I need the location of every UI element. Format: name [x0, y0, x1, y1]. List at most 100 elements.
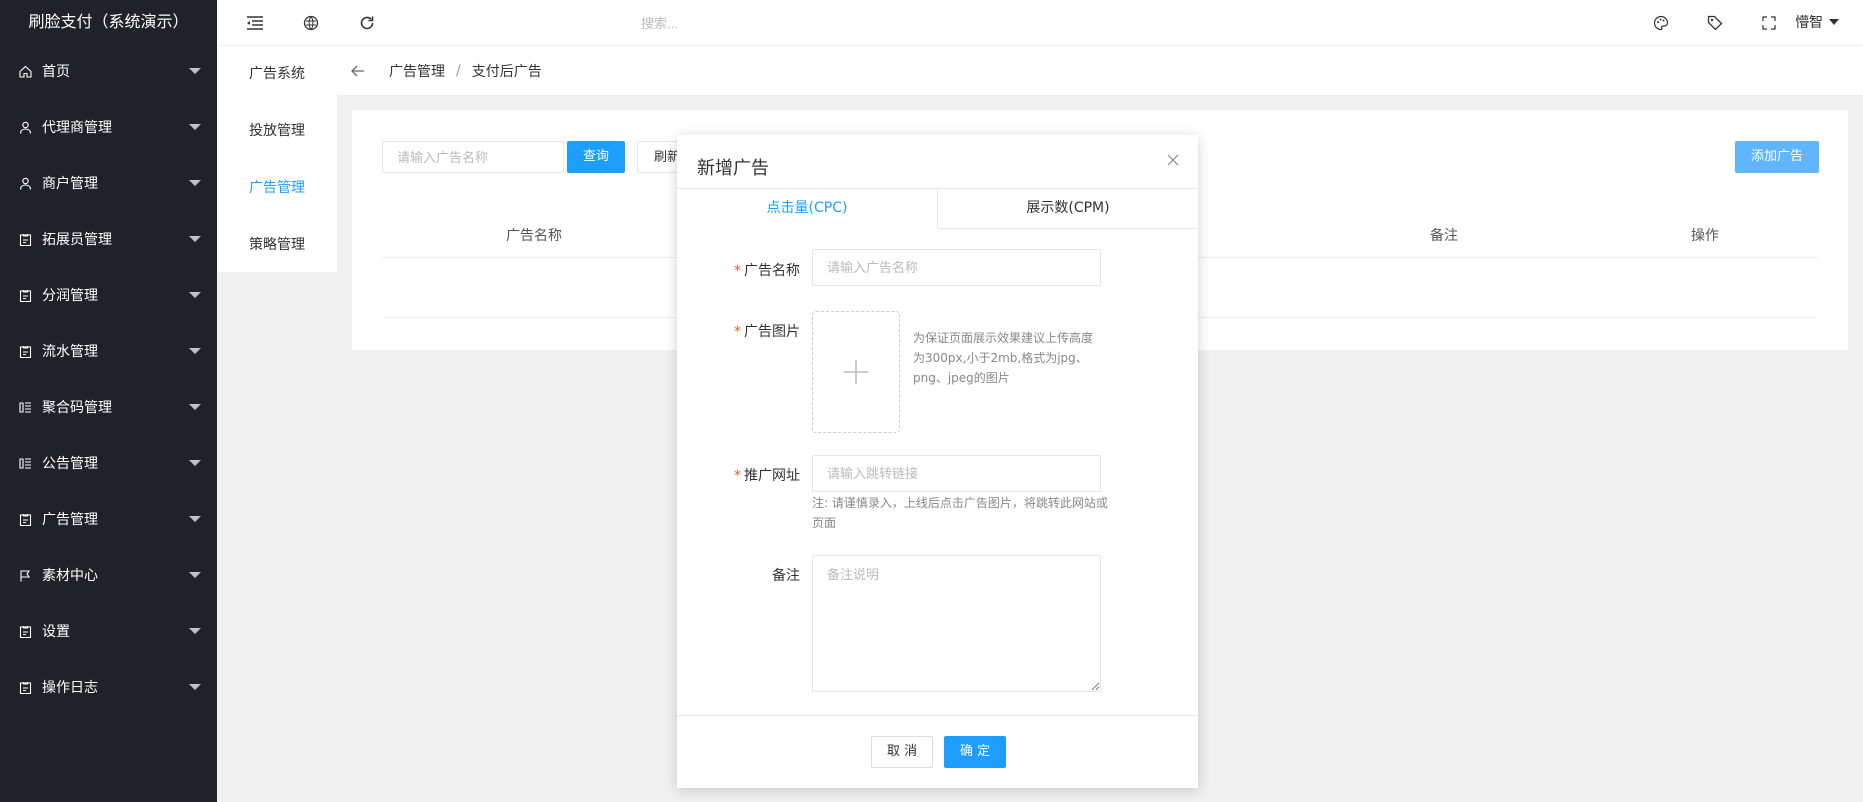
menu-collapse-icon[interactable] [245, 13, 265, 33]
caret-down-icon [189, 572, 201, 578]
breadcrumb: 广告管理 / 支付后广告 [337, 46, 1863, 96]
breadcrumb-item[interactable]: 广告管理 [389, 61, 445, 81]
sidebar-item-label: 设置 [42, 624, 70, 640]
ad-name-search-input[interactable] [382, 141, 564, 173]
user-menu[interactable]: 懵智 [1795, 12, 1839, 32]
caret-down-icon [189, 404, 201, 410]
flag-icon [18, 568, 32, 582]
caret-down-icon [189, 348, 201, 354]
tab-cpm[interactable]: 展示数(CPM) [938, 189, 1198, 228]
sidebar-item[interactable]: 商户管理 [0, 155, 217, 211]
sidebar-item-label: 流水管理 [42, 344, 98, 360]
sidebar-item[interactable]: 分润管理 [0, 267, 217, 323]
column-header-actions: 操作 [1691, 228, 1719, 244]
sidebar-item[interactable]: 设置 [0, 603, 217, 659]
billing-tabs: 点击量(CPC) 展示数(CPM) [677, 188, 1198, 229]
dialog-title: 新增广告 [697, 158, 769, 179]
sidebar-item-label: 首页 [42, 64, 70, 80]
theme-palette-icon[interactable] [1651, 13, 1671, 33]
clipboard-icon [18, 344, 32, 358]
cancel-button[interactable]: 取 消 [871, 736, 934, 768]
ad-image-label: * 广告图片 [734, 324, 800, 340]
query-button[interactable]: 查询 [567, 141, 626, 173]
global-search-input[interactable] [641, 12, 881, 34]
caret-down-icon [189, 628, 201, 634]
promo-url-label: * 推广网址 [734, 468, 800, 484]
ad-name-input[interactable] [812, 249, 1101, 286]
brand-title: 刷脸支付（系统演示） [28, 12, 189, 31]
image-upload-box[interactable] [812, 311, 900, 433]
remark-label: 备注 [772, 568, 800, 584]
caret-down-icon [189, 684, 201, 690]
dialog-footer: 取 消 确 定 [677, 715, 1198, 788]
ad-name-label: * 广告名称 [734, 263, 800, 279]
sidebar-item-label: 素材中心 [42, 568, 98, 584]
promo-url-input[interactable] [812, 455, 1101, 492]
sidebar-item-label: 聚合码管理 [42, 400, 112, 416]
sidebar-item[interactable]: 首页 [0, 43, 217, 99]
caret-down-icon [189, 68, 201, 74]
confirm-button[interactable]: 确 定 [944, 736, 1007, 768]
sub-menu: 广告系统 投放管理 广告管理 策略管理 [217, 46, 337, 272]
required-mark: * [734, 324, 741, 340]
sidebar-item-label: 操作日志 [42, 680, 98, 696]
clipboard-icon [18, 512, 32, 526]
sidebar-item-label: 代理商管理 [42, 120, 112, 136]
tag-icon[interactable] [1705, 13, 1725, 33]
sidebar-item-label: 分润管理 [42, 288, 98, 304]
sidebar-item[interactable]: 代理商管理 [0, 99, 217, 155]
clipboard-icon [18, 680, 32, 694]
promo-url-note: 注: 请谨慎录入，上线后点击广告图片，将跳转此网站或页面 [812, 496, 1108, 530]
sidebar-item-label: 拓展员管理 [42, 232, 112, 248]
sidebar-item-label: 广告管理 [42, 512, 98, 528]
sidebar-item-label: 商户管理 [42, 176, 98, 192]
sidebar-item[interactable]: 流水管理 [0, 323, 217, 379]
add-ad-button[interactable]: 添加广告 [1735, 141, 1820, 173]
globe-icon[interactable] [301, 13, 321, 33]
add-ad-dialog: 新增广告 点击量(CPC) 展示数(CPM) *广告名称 *广告图片 为保证页面… [677, 135, 1198, 788]
clipboard-icon [18, 232, 32, 246]
caret-down-icon [189, 180, 201, 186]
image-upload-hint: 为保证页面展示效果建议上传高度为300px,小于2mb,格式为jpg、png、j… [913, 331, 1094, 385]
clipboard-icon [18, 288, 32, 302]
submenu-item[interactable]: 广告系统 [217, 46, 337, 103]
sidebar-item[interactable]: 广告管理 [0, 491, 217, 547]
remark-textarea[interactable] [812, 555, 1101, 692]
breadcrumb-item-current: 支付后广告 [471, 63, 542, 80]
sidebar-item[interactable]: 聚合码管理 [0, 379, 217, 435]
submenu-item[interactable]: 广告管理 [217, 160, 337, 217]
sidebar-item[interactable]: 拓展员管理 [0, 211, 217, 267]
fullscreen-icon[interactable] [1759, 13, 1779, 33]
required-mark: * [734, 263, 741, 279]
tab-cpc[interactable]: 点击量(CPC) [677, 189, 938, 229]
caret-down-icon [189, 236, 201, 242]
sidebar: 刷脸支付（系统演示） 首页代理商管理商户管理拓展员管理分润管理流水管理聚合码管理… [0, 0, 217, 802]
sidebar-item[interactable]: 操作日志 [0, 659, 217, 715]
chevron-down-icon [1829, 19, 1839, 25]
sidebar-item[interactable]: 素材中心 [0, 547, 217, 603]
caret-down-icon [189, 460, 201, 466]
list-icon [18, 400, 32, 414]
refresh-icon[interactable] [357, 13, 377, 33]
user-icon [18, 176, 32, 190]
sidebar-item[interactable]: 公告管理 [0, 435, 217, 491]
plus-icon [844, 360, 868, 384]
top-header: 懵智 [217, 0, 1863, 46]
sidebar-item-label: 公告管理 [42, 456, 98, 472]
close-icon[interactable] [1166, 153, 1180, 167]
breadcrumb-separator: / [456, 62, 461, 79]
column-header-remark: 备注 [1430, 228, 1458, 244]
user-name: 懵智 [1795, 15, 1823, 31]
sidebar-menu: 首页代理商管理商户管理拓展员管理分润管理流水管理聚合码管理公告管理广告管理素材中… [0, 43, 217, 715]
caret-down-icon [189, 292, 201, 298]
caret-down-icon [189, 516, 201, 522]
home-icon [18, 64, 32, 78]
list-icon [18, 456, 32, 470]
submenu-item[interactable]: 策略管理 [217, 217, 337, 274]
submenu-item[interactable]: 投放管理 [217, 103, 337, 160]
back-arrow-icon[interactable] [351, 63, 367, 79]
required-mark: * [734, 468, 741, 484]
clipboard-icon [18, 624, 32, 638]
caret-down-icon [189, 124, 201, 130]
user-icon [18, 120, 32, 134]
